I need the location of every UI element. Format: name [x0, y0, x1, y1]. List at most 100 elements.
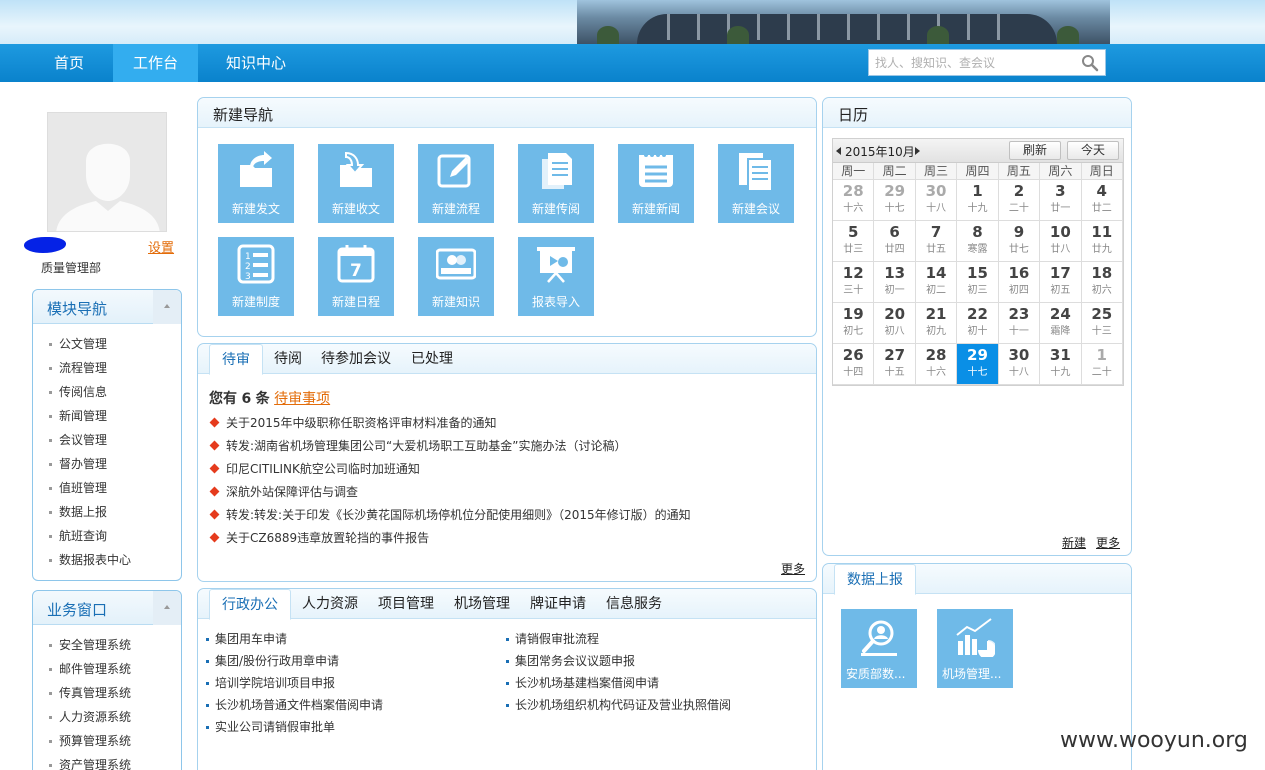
business-window-item[interactable]: 人力资源系统	[49, 705, 181, 729]
calendar-day[interactable]: 13 初一	[874, 262, 916, 303]
calendar-day[interactable]: 19 初七	[833, 303, 875, 344]
calendar-day[interactable]: 30 十八	[998, 344, 1041, 385]
tab-license-application[interactable]: 牌证申请	[525, 589, 591, 620]
tab-data-report[interactable]: 数据上报	[834, 564, 916, 595]
calendar-day[interactable]: 18 初六	[1081, 262, 1123, 303]
tab-pending-meetings[interactable]: 待参加会议	[316, 344, 396, 375]
collapse-toggle-icon[interactable]	[153, 290, 181, 324]
calendar-day[interactable]: 7 廿五	[915, 221, 958, 262]
service-link[interactable]: 培训学院培训项目申报	[206, 672, 383, 694]
calendar-day[interactable]: 30 十八	[915, 180, 958, 221]
business-window-item[interactable]: 安全管理系统	[49, 633, 181, 657]
calendar-day[interactable]: 29 十七	[874, 180, 916, 221]
avatar[interactable]	[47, 112, 167, 232]
tab-project-management[interactable]: 项目管理	[373, 589, 439, 620]
calendar-more-link[interactable]: 更多	[1096, 534, 1120, 551]
service-link[interactable]: 请销假审批流程	[506, 628, 731, 650]
calendar-new-link[interactable]: 新建	[1062, 534, 1086, 551]
service-link[interactable]: 长沙机场普通文件档案借阅申请	[206, 694, 383, 716]
todo-item[interactable]: 深航外站保障评估与调查	[209, 481, 691, 504]
new-nav-tile[interactable]: 新建流程	[418, 144, 494, 223]
tab-pending-read[interactable]: 待阅	[268, 344, 308, 375]
new-nav-tile[interactable]: 新建新闻	[618, 144, 694, 223]
calendar-day[interactable]: 25 十三	[1081, 303, 1123, 344]
module-nav-item[interactable]: 公文管理	[49, 332, 181, 356]
calendar-day[interactable]: 10 廿八	[1040, 221, 1082, 262]
calendar-day[interactable]: 26 十四	[833, 344, 875, 385]
calendar-day[interactable]: 11 廿九	[1081, 221, 1123, 262]
tab-processed[interactable]: 已处理	[405, 344, 459, 375]
module-nav-item[interactable]: 督办管理	[49, 452, 181, 476]
calendar-day[interactable]: 28 十六	[833, 180, 875, 221]
business-window-item[interactable]: 资产管理系统	[49, 753, 181, 770]
search-input[interactable]	[875, 54, 1075, 72]
module-nav-item[interactable]: 新闻管理	[49, 404, 181, 428]
data-tile-airport[interactable]: 机场管理...	[937, 609, 1013, 688]
calendar-day[interactable]: 6 廿四	[874, 221, 916, 262]
new-nav-tile[interactable]: 新建收文	[318, 144, 394, 223]
module-nav-item[interactable]: 数据上报	[49, 500, 181, 524]
calendar-day[interactable]: 9 廿七	[998, 221, 1041, 262]
calendar-day[interactable]: 8 寒露	[957, 221, 999, 262]
new-nav-tile[interactable]: 报表导入	[518, 237, 594, 316]
business-window-item[interactable]: 邮件管理系统	[49, 657, 181, 681]
todo-more-link[interactable]: 更多	[781, 560, 805, 577]
tab-info-services[interactable]: 信息服务	[601, 589, 667, 620]
calendar-day[interactable]: 20 初八	[874, 303, 916, 344]
calendar-day[interactable]: 12 三十	[833, 262, 875, 303]
calendar-day[interactable]: 17 初五	[1040, 262, 1082, 303]
calendar-day[interactable]: 5 廿三	[833, 221, 875, 262]
todo-item[interactable]: 转发:转发:关于印发《长沙黄花国际机场停机位分配使用细则》（2015年修订版）的…	[209, 504, 691, 527]
settings-link[interactable]: 设置	[148, 237, 174, 256]
calendar-day[interactable]: 31 十九	[1040, 344, 1082, 385]
service-link[interactable]: 集团/股份行政用章申请	[206, 650, 383, 672]
calendar-day[interactable]: 3 廿一	[1040, 180, 1082, 221]
tab-admin-office[interactable]: 行政办公	[209, 589, 291, 620]
calendar-refresh-button[interactable]: 刷新	[1009, 141, 1061, 160]
pending-items-link[interactable]: 待审事项	[274, 391, 330, 407]
service-link[interactable]: 长沙机场基建档案借阅申请	[506, 672, 731, 694]
module-nav-item[interactable]: 值班管理	[49, 476, 181, 500]
module-nav-item[interactable]: 会议管理	[49, 428, 181, 452]
todo-item[interactable]: 关于2015年中级职称任职资格评审材料准备的通知	[209, 412, 691, 435]
calendar-day[interactable]: 24 霜降	[1040, 303, 1082, 344]
service-link[interactable]: 长沙机场组织机构代码证及营业执照借阅	[506, 694, 731, 716]
collapse-toggle-icon[interactable]	[153, 591, 181, 625]
next-month-icon[interactable]	[915, 147, 920, 155]
calendar-day[interactable]: 4 廿二	[1081, 180, 1123, 221]
tab-human-resources[interactable]: 人力资源	[297, 589, 363, 620]
calendar-day[interactable]: 28 十六	[915, 344, 958, 385]
prev-month-icon[interactable]	[836, 147, 841, 155]
todo-item[interactable]: 印尼CITILINK航空公司临时加班通知	[209, 458, 691, 481]
todo-item[interactable]: 转发:湖南省机场管理集团公司“大爱机场职工互助基金”实施办法（讨论稿）	[209, 435, 691, 458]
calendar-day-today[interactable]: 29 十七	[957, 344, 999, 385]
search-icon[interactable]	[1081, 54, 1099, 72]
calendar-day[interactable]: 22 初十	[957, 303, 999, 344]
nav-item-knowledge[interactable]: 知识中心	[210, 44, 302, 82]
service-link[interactable]: 集团常务会议议题申报	[506, 650, 731, 672]
nav-item-home[interactable]: 首页	[38, 44, 100, 82]
calendar-day[interactable]: 1 十九	[957, 180, 999, 221]
calendar-day[interactable]: 23 十一	[998, 303, 1041, 344]
nav-item-workbench[interactable]: 工作台	[113, 44, 198, 82]
tab-pending-review[interactable]: 待审	[209, 344, 263, 375]
calendar-day[interactable]: 15 初三	[957, 262, 999, 303]
data-tile-safety[interactable]: 安质部数...	[841, 609, 917, 688]
service-link[interactable]: 集团用车申请	[206, 628, 383, 650]
new-nav-tile[interactable]: 新建传阅	[518, 144, 594, 223]
module-nav-item[interactable]: 传阅信息	[49, 380, 181, 404]
tab-airport-management[interactable]: 机场管理	[449, 589, 515, 620]
calendar-day[interactable]: 14 初二	[915, 262, 958, 303]
calendar-day[interactable]: 16 初四	[998, 262, 1041, 303]
module-nav-item[interactable]: 航班查询	[49, 524, 181, 548]
service-link[interactable]: 实业公司请销假审批单	[206, 716, 383, 738]
new-nav-tile[interactable]: 7 新建日程	[318, 237, 394, 316]
calendar-day[interactable]: 27 十五	[874, 344, 916, 385]
new-nav-tile[interactable]: 1 2 3 新建制度	[218, 237, 294, 316]
module-nav-item[interactable]: 流程管理	[49, 356, 181, 380]
new-nav-tile[interactable]: 新建知识	[418, 237, 494, 316]
module-nav-item[interactable]: 数据报表中心	[49, 548, 181, 572]
new-nav-tile[interactable]: 新建会议	[718, 144, 794, 223]
calendar-day[interactable]: 1 二十	[1081, 344, 1123, 385]
business-window-item[interactable]: 预算管理系统	[49, 729, 181, 753]
